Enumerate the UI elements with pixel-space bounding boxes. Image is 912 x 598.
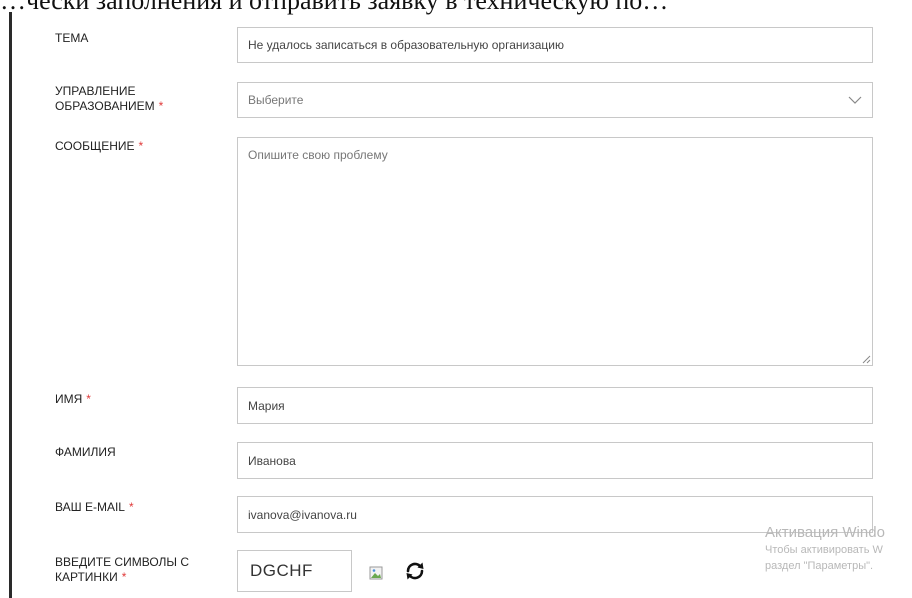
- last-name-input[interactable]: Иванова: [237, 442, 873, 479]
- message-label-text: СООБЩЕНИЕ: [55, 139, 135, 153]
- message-textarea[interactable]: Опишите свою проблему: [237, 137, 873, 366]
- required-marker: *: [128, 500, 134, 514]
- last-name-value: Иванова: [248, 453, 296, 468]
- resize-handle-icon[interactable]: [861, 354, 871, 364]
- required-marker: *: [138, 139, 144, 153]
- required-marker: *: [121, 570, 127, 584]
- required-marker: *: [158, 99, 164, 113]
- message-label: СООБЩЕНИЕ *: [55, 139, 230, 154]
- email-value: ivanova@ivanova.ru: [248, 507, 357, 522]
- captcha-input[interactable]: DGCHF: [237, 550, 352, 592]
- subject-input[interactable]: Не удалось записаться в образовательную …: [237, 27, 873, 63]
- last-name-label: ФАМИЛИЯ: [55, 445, 230, 460]
- content-left-border: [9, 12, 12, 598]
- header-text: …чески заполнения и отправить заявку в т…: [0, 0, 669, 15]
- required-marker: *: [86, 392, 91, 406]
- chevron-down-icon: [848, 96, 862, 104]
- subject-label-text: ТЕМА: [55, 31, 89, 45]
- last-name-label-text: ФАМИЛИЯ: [55, 445, 116, 459]
- message-placeholder: Опишите свою проблему: [248, 148, 388, 162]
- captcha-label: ВВЕДИТЕ СИМВОЛЫ С КАРТИНКИ *: [55, 555, 230, 585]
- department-label-text: УПРАВЛЕНИЕ ОБРАЗОВАНИЕМ: [55, 84, 155, 113]
- refresh-icon[interactable]: [403, 559, 427, 583]
- watermark-line1: Чтобы активировать W: [765, 544, 883, 556]
- watermark-line2: раздел "Параметры".: [765, 560, 874, 572]
- captcha-value: DGCHF: [250, 561, 313, 580]
- department-placeholder: Выберите: [248, 93, 304, 107]
- department-select[interactable]: Выберите: [237, 82, 873, 118]
- captcha-label-line2: КАРТИНКИ: [55, 570, 118, 584]
- windows-activation-watermark: Активация Windo Чтобы активировать W раз…: [765, 524, 885, 574]
- subject-label: ТЕМА: [55, 31, 230, 46]
- subject-value: Не удалось записаться в образовательную …: [248, 38, 564, 52]
- watermark-title: Активация Windo: [765, 524, 885, 541]
- email-label-text: ВАШ E-MAIL: [55, 500, 125, 514]
- first-name-input[interactable]: Мария: [237, 387, 873, 424]
- first-name-label-text: ИМЯ: [55, 392, 83, 406]
- department-label: УПРАВЛЕНИЕ ОБРАЗОВАНИЕМ *: [55, 84, 230, 114]
- broken-image-icon: [369, 566, 383, 580]
- first-name-value: Мария: [248, 398, 285, 413]
- email-label: ВАШ E-MAIL *: [55, 500, 230, 515]
- captcha-label-line1: ВВЕДИТЕ СИМВОЛЫ С: [55, 555, 190, 569]
- first-name-label: ИМЯ *: [55, 392, 230, 407]
